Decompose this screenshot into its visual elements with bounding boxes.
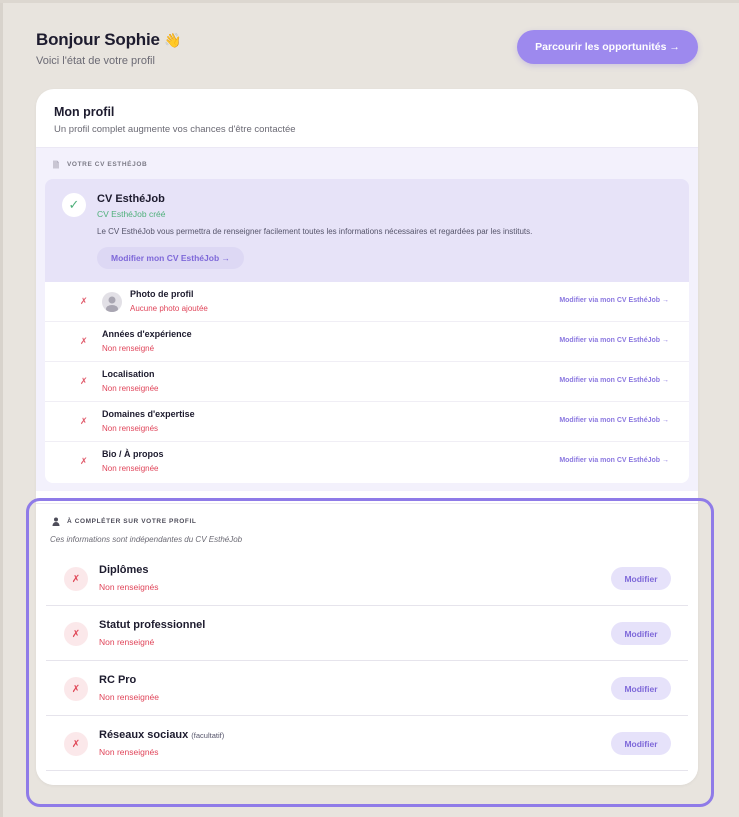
complete-item-title: Diplômes bbox=[99, 564, 152, 576]
missing-icon: ✗ bbox=[80, 336, 88, 346]
complete-item-title: Réseaux sociaux (facultatif) bbox=[99, 729, 224, 741]
document-icon bbox=[53, 160, 59, 169]
browse-opportunities-button[interactable]: Parcourir les opportunités → bbox=[517, 30, 698, 64]
cv-item-status: Non renseignés bbox=[102, 424, 159, 433]
window-edge-left bbox=[0, 0, 3, 817]
complete-section-label-text: À COMPLÉTER SUR VOTRE PROFIL bbox=[67, 518, 197, 525]
greeting-subtitle: Voici l'état de votre profil bbox=[36, 55, 155, 67]
complete-section-label: À COMPLÉTER SUR VOTRE PROFIL bbox=[52, 517, 196, 526]
complete-item-title-text: Réseaux sociaux bbox=[99, 729, 189, 741]
cv-item-status: Non renseignée bbox=[102, 464, 159, 473]
missing-icon: ✗ bbox=[80, 416, 88, 426]
greeting-text: Bonjour Sophie bbox=[36, 30, 160, 49]
complete-section-note: Ces informations sont indépendantes du C… bbox=[50, 535, 243, 544]
cv-item-edit-link[interactable]: Modifier via mon CV EsthéJob → bbox=[559, 417, 669, 424]
complete-item-status-pro: ✗ Statut professionnel Non renseigné Mod… bbox=[46, 606, 688, 661]
missing-icon: ✗ bbox=[80, 296, 88, 306]
cv-item-edit-link[interactable]: Modifier via mon CV EsthéJob → bbox=[559, 377, 669, 384]
profile-card: Mon profil Un profil complet augmente vo… bbox=[36, 89, 698, 785]
missing-icon: ✗ bbox=[64, 622, 88, 646]
wave-icon: 👋 bbox=[164, 33, 182, 49]
optional-tag: (facultatif) bbox=[191, 731, 225, 740]
missing-icon: ✗ bbox=[64, 732, 88, 756]
cv-item-location: ✗ Localisation Non renseignée Modifier v… bbox=[45, 362, 689, 402]
profile-card-title: Mon profil bbox=[54, 105, 115, 119]
missing-icon: ✗ bbox=[80, 456, 88, 466]
edit-rc-pro-button[interactable]: Modifier bbox=[611, 677, 671, 700]
edit-cv-button[interactable]: Modifier mon CV EsthéJob → bbox=[97, 247, 245, 269]
complete-item-title: Statut professionnel bbox=[99, 619, 208, 631]
person-icon bbox=[52, 517, 60, 526]
cv-items-list: ✗ Photo de profil Aucune photo ajoutée M… bbox=[45, 282, 689, 483]
complete-item-title-text: Statut professionnel bbox=[99, 619, 206, 631]
missing-icon: ✗ bbox=[64, 567, 88, 591]
cv-item-expertise: ✗ Domaines d'expertise Non renseignés Mo… bbox=[45, 402, 689, 442]
complete-item-title: RC Pro bbox=[99, 674, 139, 686]
complete-item-title-text: RC Pro bbox=[99, 674, 137, 686]
cv-item-photo: ✗ Photo de profil Aucune photo ajoutée M… bbox=[45, 282, 689, 322]
cv-description: Le CV EsthéJob vous permettra de renseig… bbox=[97, 227, 533, 236]
cv-item-bio: ✗ Bio / À propos Non renseignée Modifier… bbox=[45, 442, 689, 482]
profile-card-subtitle: Un profil complet augmente vos chances d… bbox=[54, 124, 296, 135]
avatar-placeholder-icon bbox=[102, 292, 122, 312]
cv-item-status: Aucune photo ajoutée bbox=[130, 304, 208, 313]
complete-item-social: ✗ Réseaux sociaux (facultatif) Non rensei… bbox=[46, 716, 688, 771]
complete-item-title-text: Diplômes bbox=[99, 564, 149, 576]
complete-item-status: Non renseignés bbox=[99, 582, 159, 592]
cv-item-title: Bio / À propos bbox=[102, 449, 164, 459]
cv-item-edit-link[interactable]: Modifier via mon CV EsthéJob → bbox=[559, 297, 669, 304]
cv-item-status: Non renseigné bbox=[102, 344, 155, 353]
cv-section-label: VOTRE CV ESTHÉJOB bbox=[52, 160, 147, 169]
complete-item-status: Non renseignés bbox=[99, 747, 159, 757]
edit-diplomas-button[interactable]: Modifier bbox=[611, 567, 671, 590]
greeting-title: Bonjour Sophie 👋 bbox=[36, 30, 182, 50]
cv-item-experience: ✗ Années d'expérience Non renseigné Modi… bbox=[45, 322, 689, 362]
cv-item-status: Non renseignée bbox=[102, 384, 159, 393]
profile-card-header: Mon profil Un profil complet augmente vo… bbox=[54, 105, 296, 135]
cv-item-title: Domaines d'expertise bbox=[102, 409, 195, 419]
check-icon: ✓ bbox=[62, 193, 86, 217]
cv-item-edit-link[interactable]: Modifier via mon CV EsthéJob → bbox=[559, 457, 669, 464]
complete-item-status: Non renseignée bbox=[99, 692, 160, 702]
missing-icon: ✗ bbox=[64, 677, 88, 701]
cv-item-title: Photo de profil bbox=[130, 289, 194, 299]
cv-item-title: Localisation bbox=[102, 369, 155, 379]
cv-section-label-text: VOTRE CV ESTHÉJOB bbox=[67, 161, 148, 168]
complete-profile-section: À COMPLÉTER SUR VOTRE PROFIL Ces informa… bbox=[36, 503, 698, 785]
cv-status: CV EsthéJob créé bbox=[97, 209, 166, 219]
complete-item-rc-pro: ✗ RC Pro Non renseignée Modifier bbox=[46, 661, 688, 716]
cv-summary-box: ✓ CV EsthéJob CV EsthéJob créé Le CV Est… bbox=[45, 179, 689, 282]
edit-status-button[interactable]: Modifier bbox=[611, 622, 671, 645]
cv-item-title: Années d'expérience bbox=[102, 329, 192, 339]
missing-icon: ✗ bbox=[80, 376, 88, 386]
complete-item-status: Non renseigné bbox=[99, 637, 155, 647]
complete-item-diplomas: ✗ Diplômes Non renseignés Modifier bbox=[46, 551, 688, 606]
cv-section: VOTRE CV ESTHÉJOB ✓ CV EsthéJob CV Esthé… bbox=[36, 147, 698, 491]
cv-item-edit-link[interactable]: Modifier via mon CV EsthéJob → bbox=[559, 337, 669, 344]
cv-title: CV EsthéJob bbox=[97, 193, 165, 205]
greeting-header: Bonjour Sophie 👋 Voici l'état de votre p… bbox=[36, 30, 182, 67]
window-edge-top bbox=[0, 0, 739, 3]
edit-social-button[interactable]: Modifier bbox=[611, 732, 671, 755]
